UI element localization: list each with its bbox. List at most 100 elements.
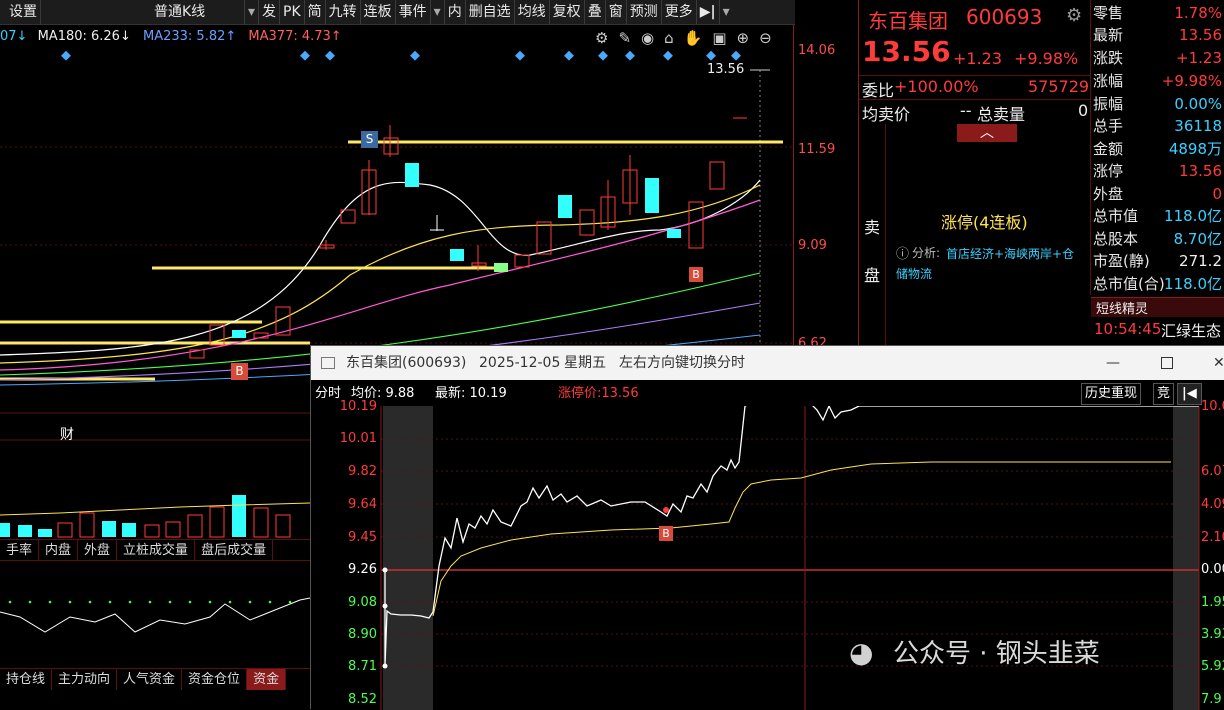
tab-main-force[interactable]: 主力动向 [52, 669, 118, 690]
avg-sell-value: -- [960, 101, 972, 120]
toolbar-more[interactable]: 更多 [662, 0, 697, 25]
stat-value: 118.0亿 [1164, 275, 1222, 293]
collapse-button[interactable]: ︿ [957, 124, 1017, 142]
left-axis-label: 9.82 [348, 464, 377, 479]
tab-fund-position[interactable]: 资金仓位 [182, 669, 248, 690]
window-titlebar[interactable]: 东百集团(600693) 2025-12-05 星期五 左右方向键切换分时 — … [311, 346, 1224, 380]
weibi-label: 委比 [862, 81, 895, 100]
tab-position-line[interactable]: 持仓线 [0, 669, 53, 690]
limit-up-status: 涨停(4连板) [941, 213, 1028, 232]
toolbar-lianban[interactable]: 连板 [361, 0, 396, 25]
stat-label: 涨跌 [1093, 49, 1124, 67]
tab-turnover[interactable]: 手率 [0, 540, 40, 560]
indicator-chart [0, 597, 310, 633]
ma377-label: MA377: 4.73↑ [248, 29, 342, 44]
auction-button[interactable]: 竞 [1153, 383, 1175, 405]
indicator-tabs: 手率 内盘 外盘 立桩成交量 盘后成交量 [0, 539, 310, 561]
right-axis-label: 7.9 [1201, 692, 1222, 707]
left-axis-label: 8.90 [348, 627, 377, 642]
stat-value: 36118 [1174, 117, 1222, 135]
stat-label: 总市值(合) [1093, 275, 1165, 293]
toolbar-fa[interactable]: 发 [259, 0, 281, 25]
stat-value: 271.2 [1179, 252, 1222, 270]
stock-name: 东百集团 [868, 9, 948, 33]
toolbar-jian[interactable]: 简 [305, 0, 326, 25]
event-diamonds [61, 50, 741, 61]
tab-popularity-fund[interactable]: 人气资金 [117, 669, 183, 690]
left-axis-label: 9.26 [348, 562, 377, 577]
total-sell-value: 0 [1078, 101, 1089, 120]
intraday-header: 分时 均价: 9.88 最新: 10.19 涨停价:13.56 历史重现 竞 |… [311, 383, 1224, 405]
buy-signal: B [231, 363, 248, 380]
tab-outer[interactable]: 外盘 [78, 540, 118, 560]
shortline-text[interactable]: 汇绿生态 [1161, 320, 1221, 341]
toolbar-ma[interactable]: 均线 [515, 0, 550, 25]
avg-sell-label: 均卖价 [862, 105, 911, 124]
financial-marker: 财 [60, 427, 74, 443]
window-app-icon [321, 357, 335, 369]
stats-divider [1090, 0, 1091, 295]
toolbar-forecast[interactable]: 预测 [627, 0, 662, 25]
ma-legend: 07↓ MA180: 6.26↓ MA233: 5.82↑ MA377: 4.7… [0, 27, 342, 47]
divider [859, 75, 1091, 76]
left-axis-label: 8.71 [348, 659, 377, 674]
minimize-icon[interactable]: — [1106, 346, 1120, 380]
left-axis-label: 9.45 [348, 530, 377, 545]
history-replay-button[interactable]: 历史重现 [1081, 383, 1142, 405]
toolbar-jiuzhuan[interactable]: 九转 [326, 0, 361, 25]
shortline-time: 10:54:45 [1094, 320, 1162, 338]
stat-row: 最新 13.56 [1093, 24, 1224, 46]
arrow-right-bar-icon[interactable]: ▶| [697, 0, 720, 25]
window-title-weekday: 星期五 [564, 355, 606, 371]
stat-value: 4898万 [1168, 140, 1222, 158]
sell-signal: S [361, 131, 378, 148]
stat-row: 涨幅 +9.98% [1093, 70, 1224, 92]
right-axis-label: 3.93 [1201, 627, 1224, 642]
left-axis-label: 10.01 [339, 431, 377, 446]
toolbar-fuquan[interactable]: 复权 [550, 0, 585, 25]
tab-lizhuang-volume[interactable]: 立桩成交量 [117, 540, 196, 560]
watermark: ◕ 公众号 · 钢头韭菜 [849, 636, 1100, 671]
toolbar-remove-watchlist[interactable]: 删自选 [466, 0, 515, 25]
stat-value: +1.23 [1176, 49, 1222, 67]
chevron-down-icon[interactable]: ▾ [720, 0, 733, 25]
stat-value: +9.98% [1161, 72, 1222, 90]
back-arrow-icon[interactable]: |◀ [1177, 383, 1202, 405]
chevron-down-icon[interactable]: ▾ [245, 0, 260, 25]
stat-row: 零售 1.78% [1093, 2, 1224, 24]
kline-type-select[interactable]: 普通K线 [151, 0, 245, 25]
buy-signal: B [659, 526, 673, 541]
close-icon[interactable]: ✕ [1213, 346, 1224, 380]
tab-inner[interactable]: 内盘 [39, 540, 79, 560]
stat-value: 13.56 [1179, 26, 1222, 44]
weicha-value: 575729 [1028, 77, 1090, 96]
intraday-window: 东百集团(600693) 2025-12-05 星期五 左右方向键切换分时 — … [310, 345, 1224, 710]
chevron-down-icon[interactable]: ▾ [431, 0, 445, 25]
tab-fund[interactable]: 资金 [247, 669, 287, 690]
stat-value: 1.78% [1174, 4, 1222, 22]
ma180-label: MA180: 6.26↓ [37, 29, 131, 44]
analysis-text[interactable]: 首店经济+海峡两岸+仓储物流 [896, 244, 1076, 284]
right-axis-label: 0.00 [1201, 562, 1224, 577]
sell-side-label: 盘 [864, 266, 881, 285]
stat-label: 零售 [1093, 4, 1124, 22]
axis-label: 14.06 [798, 43, 836, 58]
right-axis-label: 2.10 [1201, 530, 1224, 545]
settings-button[interactable]: 设置 [6, 0, 41, 25]
gear-icon[interactable]: ⚙ [1066, 5, 1082, 26]
divider [859, 99, 1091, 100]
shortline-title[interactable]: 短线精灵 [1096, 298, 1148, 317]
bottom-tabs: 持仓线 主力动向 人气资金 资金仓位 资金 [0, 668, 312, 690]
toolbar-event[interactable]: 事件 [396, 0, 431, 25]
stat-row: 总股本 8.70亿 [1093, 228, 1224, 250]
stat-label: 总手 [1093, 117, 1124, 135]
toolbar-pk[interactable]: PK [280, 0, 305, 25]
limit-price: 涨停价:13.56 [558, 386, 639, 401]
toolbar-die[interactable]: 叠 [585, 0, 606, 25]
sell-side-label: 卖 [864, 218, 881, 237]
toolbar-window[interactable]: 窗 [606, 0, 627, 25]
toolbar-nei[interactable]: 内 [445, 0, 466, 25]
tab-afterhours-volume[interactable]: 盘后成交量 [195, 540, 274, 560]
weibi-value: +100.00% [894, 77, 979, 96]
maximize-icon[interactable] [1161, 357, 1173, 369]
